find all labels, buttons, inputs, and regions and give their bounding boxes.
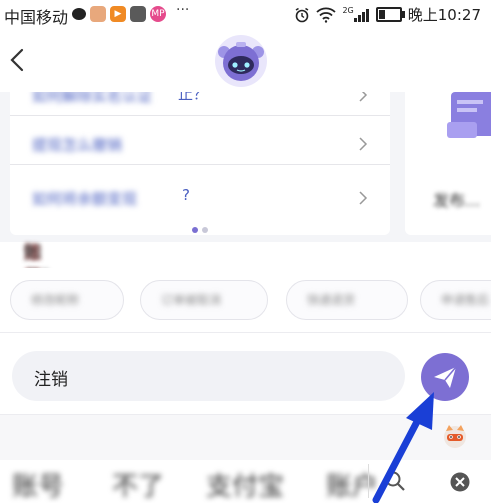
faq-question: 提现怎么撤销 [32,136,123,154]
close-icon[interactable] [450,472,470,492]
pager-dot-active [192,227,198,233]
ime-candidate[interactable]: 账号 [12,466,64,503]
faq-row[interactable]: 如何将余额变现 ? [10,182,390,218]
chip-label: 申请售后 [441,293,490,307]
signal-icon [353,8,369,22]
alarm-icon [296,7,309,22]
chevron-right-icon [359,137,368,151]
faq-card: 如何解除实名认证 止？ 提现怎么撤销 如何将余额变现 ? [10,92,390,235]
ime-candidate[interactable]: 支付宝 [206,466,284,503]
faq-row[interactable]: 如何解除实名认证 止？ [10,92,390,116]
status-right: 2G 晚上10:27 [294,4,481,25]
notification-icons: ▶ MP [72,6,166,22]
chat-header [0,30,491,92]
chat-bubble-icon [72,8,86,20]
chip-label: 订单被取消 [161,293,222,307]
faq-question: 如何解除实名认证 [32,92,153,105]
faq-question-suffix: ? [182,186,190,204]
message-input[interactable]: 注销 [12,351,405,401]
network-type-label: 2G [342,6,354,15]
mp-app-icon: MP [150,6,166,22]
chip-label: 修改昵称 [31,293,80,307]
app-icon-dark [130,6,146,22]
annotation-arrow [372,392,434,503]
clock: 晚上10:27 [407,6,481,24]
back-chevron-icon[interactable] [6,46,30,74]
candidate-divider [368,464,369,498]
chevron-right-icon [359,191,368,205]
video-app-icon: ▶ [110,6,126,22]
chevron-right-icon [359,92,368,102]
more-notifications-icon: ··· [176,2,190,18]
quick-reply-chip[interactable]: 修改昵称 [10,280,124,320]
quick-reply-chip[interactable]: 快递退货 [286,280,408,320]
wifi-icon [316,7,337,23]
chat-message: 如何注销账号？ [0,242,491,288]
side-card-text: 发布... [433,191,481,210]
carrier-label: 中国移动 [4,8,69,27]
side-card[interactable]: 发布... [405,92,491,235]
quick-reply-chip[interactable]: 申请售后 [420,280,491,320]
faq-row[interactable]: 提现怎么撤销 [10,128,390,165]
faq-question-suffix: 止？ [178,92,209,103]
app-icon-peach [90,6,106,22]
pager-dot [202,227,208,233]
robot-assistant-icon [215,35,267,87]
document-illustration-icon [447,92,491,138]
battery-icon [375,7,405,22]
ime-candidate[interactable]: 不了 [112,466,164,503]
quick-reply-strip: 修改昵称 订单被取消 快递退货 申请售后 [0,268,491,332]
faq-question: 如何将余额变现 [32,190,138,208]
status-bar: 中国移动 ▶ MP ··· 2G 晚上10:27 [0,0,491,30]
chip-label: 快递退货 [307,293,356,307]
carousel-pager [192,227,208,233]
quick-reply-chip[interactable]: 订单被取消 [140,280,268,320]
message-input-value: 注销 [34,370,68,390]
faq-carousel: 如何解除实名认证 止？ 提现怎么撤销 如何将余额变现 ? 发布... [0,92,491,242]
